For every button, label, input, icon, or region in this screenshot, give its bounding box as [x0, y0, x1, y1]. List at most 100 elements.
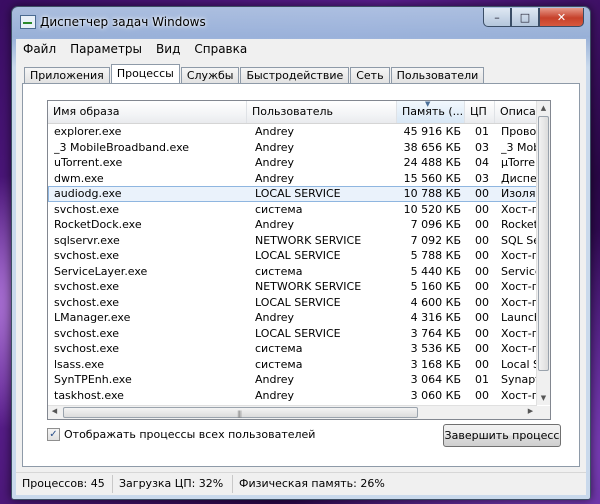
process-image-name: svchost.exe [54, 326, 120, 340]
table-row[interactable]: svchost.exe LOCAL SERVICE 3 764 КБ 00 Хост-п… [48, 326, 545, 342]
process-cpu: 00 [475, 187, 489, 200]
tab-users[interactable]: Пользователи [390, 67, 485, 83]
vertical-scrollbar[interactable]: ▲ ▼ [536, 101, 550, 405]
process-user: LOCAL SERVICE [255, 187, 341, 200]
process-image-name: _3 MobileBroadband.exe [54, 140, 190, 154]
table-row[interactable]: audiodg.exe LOCAL SERVICE 10 788 КБ 00 Изоля… [48, 186, 545, 202]
status-physical-memory: Физическая память: 26% [239, 477, 385, 490]
process-cpu: 00 [475, 326, 489, 340]
table-row[interactable]: svchost.exeсистема3 536 КБ00Хост-проц [48, 341, 545, 357]
process-user: Andrey [255, 311, 295, 324]
vertical-scroll-thumb[interactable] [538, 116, 549, 371]
menu-options[interactable]: Параметры [63, 42, 149, 56]
menu-file[interactable]: Файл [16, 42, 63, 56]
horizontal-scrollbar[interactable]: ◀ ||| ▶ [48, 405, 537, 419]
process-image-name: uTorrent.exe [54, 156, 123, 169]
tab-services[interactable]: Службы [180, 67, 240, 83]
table-row[interactable]: svchost.exe NETWORK SERVICE 5 160 КБ 00 Хост… [48, 279, 545, 295]
table-row[interactable]: dwm.exeAndrey15 560 КБ03Диспетчер [48, 171, 545, 187]
process-image-name: explorer.exe [54, 125, 122, 138]
menu-view[interactable]: Вид [149, 42, 187, 56]
process-user: система [255, 264, 303, 278]
process-list[interactable]: Имя образа Пользователь ▼ Память (... ЦП… [47, 100, 551, 420]
process-user: Andrey [255, 140, 295, 154]
status-processes: Процессов: 45 [16, 475, 113, 493]
process-memory: 38 656 КБ [403, 140, 461, 154]
process-cpu: 01 [475, 125, 489, 138]
process-cpu: 03 [475, 171, 489, 185]
horizontal-scroll-thumb[interactable]: ||| [63, 407, 418, 418]
process-memory: 5 440 КБ [410, 264, 461, 278]
process-cpu: 00 [475, 233, 489, 247]
process-cpu: 00 [475, 202, 489, 216]
tab-applications[interactable]: Приложения [24, 67, 110, 83]
process-image-name: dwm.exe [54, 171, 104, 185]
caption-buttons: – □ ✕ [483, 8, 584, 27]
process-rows: explorer.exeAndrey45 916 КБ01Проводни_3 … [48, 124, 545, 404]
process-image-name: sqlservr.exe [54, 233, 120, 247]
table-row[interactable]: svchost.exe LOCAL SERVICE 4 600 КБ 00 Хост-п… [48, 295, 545, 311]
tab-network[interactable]: Сеть [350, 67, 390, 83]
column-header-memory[interactable]: ▼ Память (... [397, 101, 465, 123]
process-cpu: 01 [475, 373, 489, 386]
close-button[interactable]: ✕ [539, 8, 584, 27]
table-row[interactable]: explorer.exeAndrey45 916 КБ01Проводни [48, 124, 545, 140]
end-process-button[interactable]: Завершить процесс [443, 424, 561, 447]
table-row[interactable]: svchost.exe LOCAL SERVICE 5 788 КБ 00 Хост-п… [48, 248, 545, 264]
process-memory: 4 316 КБ [410, 311, 461, 324]
column-header-cpu[interactable]: ЦП [465, 101, 495, 123]
status-bar: Процессов: 45 Загрузка ЦП: 32% Физическа… [16, 472, 586, 495]
process-image-name: svchost.exe [54, 202, 120, 216]
process-user: Andrey [255, 388, 295, 402]
process-image-name: lsass.exe [54, 357, 104, 371]
process-memory: 4 600 КБ [410, 295, 461, 309]
process-cpu: 00 [475, 295, 489, 309]
table-row[interactable]: uTorrent.exe Andrey 24 488 КБ 04 µTorrent [48, 155, 545, 171]
tab-performance[interactable]: Быстродействие [240, 67, 350, 83]
table-row[interactable]: sqlservr.exe NETWORK SERVICE 7 092 КБ 00 SQL… [48, 233, 545, 249]
process-user: система [255, 202, 303, 216]
process-memory: 3 764 КБ [410, 326, 461, 340]
process-memory: 3 536 КБ [410, 342, 461, 355]
column-header-user[interactable]: Пользователь [247, 101, 397, 123]
process-user: система [255, 342, 303, 355]
table-row[interactable]: lsass.exeсистема3 168 КБ00Local Secu [48, 357, 545, 373]
scroll-up-icon[interactable]: ▲ [537, 101, 550, 115]
process-cpu: 04 [475, 156, 489, 169]
process-image-name: ServiceLayer.exe [54, 264, 148, 278]
table-row[interactable]: SynTPEnh.exeAndrey3 064 КБ01Synaptics [48, 372, 545, 388]
scroll-left-icon[interactable]: ◀ [48, 405, 61, 418]
process-user: NETWORK SERVICE [255, 280, 362, 293]
process-user: LOCAL SERVICE [255, 326, 341, 340]
show-all-users-checkbox[interactable]: ✓ [47, 428, 60, 441]
process-memory: 24 488 КБ [403, 156, 461, 169]
table-row[interactable]: _3 MobileBroadband.exe Andrey 38 656 КБ 03 _… [48, 140, 545, 156]
status-cpu-load: Загрузка ЦП: 32% [113, 475, 233, 493]
process-memory: 7 096 КБ [410, 218, 461, 231]
process-image-name: svchost.exe [54, 342, 120, 355]
process-image-name: SynTPEnh.exe [54, 373, 132, 386]
title-bar[interactable]: Диспетчер задач Windows – □ ✕ [12, 7, 590, 37]
maximize-button[interactable]: □ [511, 8, 539, 27]
task-manager-icon [20, 15, 36, 29]
show-all-users-label: Отображать процессы всех пользователей [64, 428, 316, 441]
table-row[interactable]: ServiceLayer.exeсистема5 440 КБ00Service… [48, 264, 545, 280]
table-row[interactable]: RocketDock.exeAndrey7 096 КБ00RocketDoc [48, 217, 545, 233]
table-row[interactable]: svchost.exeсистема10 520 КБ00Хост-проц [48, 202, 545, 218]
tab-strip: Приложения Процессы Службы Быстродействи… [24, 64, 485, 83]
table-row[interactable]: LManager.exeAndrey4 316 КБ00Launch Ma [48, 310, 545, 326]
scroll-down-icon[interactable]: ▼ [537, 391, 550, 405]
table-row[interactable]: taskhost.exeAndrey3 060 КБ00Хост-проц [48, 388, 545, 404]
process-cpu: 00 [475, 280, 489, 293]
menu-help[interactable]: Справка [187, 42, 254, 56]
scroll-right-icon[interactable]: ▶ [524, 405, 537, 418]
process-user: Andrey [255, 125, 295, 138]
process-memory: 3 168 КБ [410, 357, 461, 371]
tab-processes[interactable]: Процессы [110, 64, 180, 83]
show-all-users-option[interactable]: ✓ Отображать процессы всех пользователей [47, 428, 315, 441]
minimize-button[interactable]: – [483, 8, 511, 27]
scrollbar-corner [537, 406, 550, 419]
process-memory: 5 160 КБ [410, 280, 461, 293]
process-image-name: taskhost.exe [54, 388, 124, 402]
column-header-image-name[interactable]: Имя образа [48, 101, 247, 123]
